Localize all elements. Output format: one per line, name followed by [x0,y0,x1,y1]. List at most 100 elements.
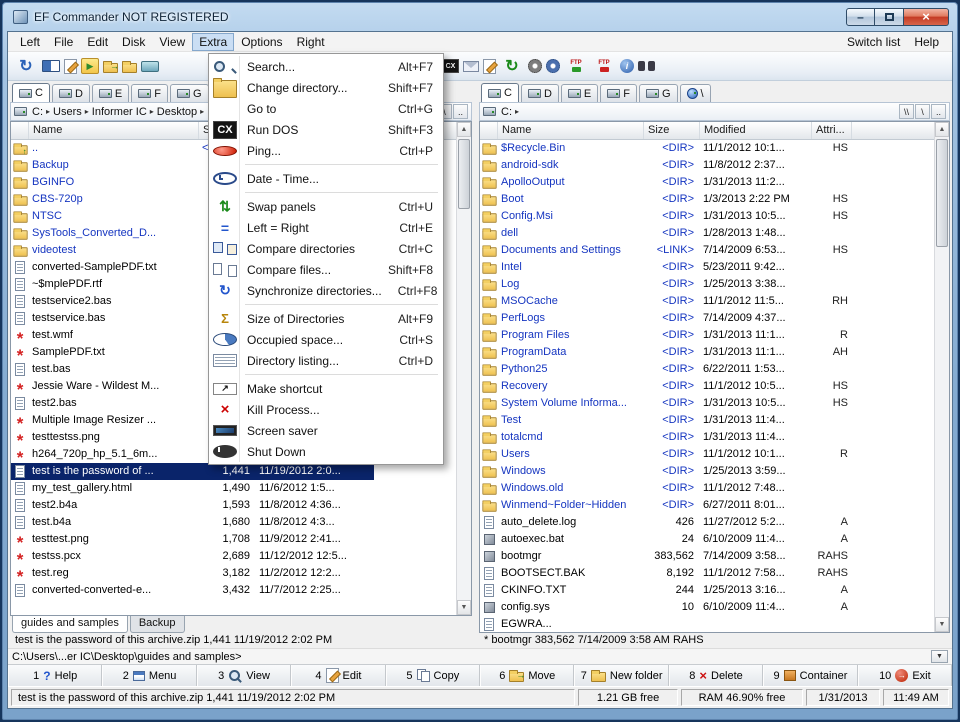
file-row[interactable]: Intel<DIR>5/23/2011 9:42... [480,259,852,276]
breadcrumb-segment[interactable]: Informer IC [90,106,149,118]
file-row[interactable]: test is the password of ...1,44111/19/20… [11,463,374,480]
file-row[interactable]: Test<DIR>1/31/2013 11:4... [480,412,852,429]
right-scrollbar[interactable]: ▲ ▼ [934,122,949,632]
menu-item-ping[interactable]: Ping...Ctrl+P [211,140,441,161]
drive-tab-f[interactable]: F [600,84,637,102]
file-row[interactable]: Windows<DIR>1/25/2013 3:59... [480,463,852,480]
drive-tab-c[interactable]: C [12,83,50,102]
menu-item-kill-process[interactable]: ×Kill Process... [211,399,441,420]
file-row[interactable]: PerfLogs<DIR>7/14/2009 4:37... [480,310,852,327]
menu-options[interactable]: Options [234,33,289,51]
column-header-name[interactable]: Name [498,122,644,139]
open-folder-icon[interactable] [122,63,137,73]
file-row[interactable]: $Recycle.Bin<DIR>11/1/2012 10:1...HS [480,140,852,157]
drive-tab-d[interactable]: D [52,84,90,102]
copy-to-folder-icon[interactable] [103,63,118,73]
menu-view[interactable]: View [152,33,192,51]
file-row[interactable]: Recovery<DIR>11/1/2012 10:5...HS [480,378,852,395]
file-row[interactable]: Users<DIR>11/1/2012 10:1...R [480,446,852,463]
info-icon[interactable]: i [620,59,634,73]
file-row[interactable]: Python25<DIR>6/22/2011 1:53... [480,361,852,378]
file-row[interactable]: bootmgr383,5627/14/2009 3:58...RAHS [480,548,852,565]
fkey-edit[interactable]: 4Edit [291,665,385,686]
drive-tab-e[interactable]: E [92,84,129,102]
file-row[interactable]: ApolloOutput<DIR>1/31/2013 11:2... [480,174,852,191]
file-row[interactable]: config.sys106/10/2009 11:4...A [480,599,852,616]
fkey-exit[interactable]: 10→Exit [858,665,952,686]
drive-tab-g[interactable]: G [170,84,209,102]
file-row[interactable]: EGWRA... [480,616,852,632]
minimize-button[interactable]: – [846,8,875,26]
file-row[interactable]: android-sdk<DIR>11/8/2012 2:37... [480,157,852,174]
menu-extra[interactable]: Extra [192,33,234,51]
fkey-copy[interactable]: 5Copy [386,665,480,686]
menu-disk[interactable]: Disk [115,33,152,51]
menu-item-make-shortcut[interactable]: ↗Make shortcut [211,378,441,399]
menu-item-date-time[interactable]: Date - Time... [211,168,441,189]
edit-notes-icon[interactable] [64,59,77,74]
scroll-track[interactable] [457,137,471,600]
file-row[interactable]: my_test_gallery.html1,49011/6/2012 1:5..… [11,480,374,497]
menu-item-size-of-directories[interactable]: ΣSize of DirectoriesAlt+F9 [211,308,441,329]
fkey-help[interactable]: 1?Help [8,665,102,686]
menu-item-occupied-space[interactable]: Occupied space...Ctrl+S [211,329,441,350]
command-history-dropdown[interactable]: ▼ [931,650,948,663]
ftp-connect-icon[interactable]: FTP [564,54,588,78]
file-row[interactable]: converted-converted-e...3,43211/7/2012 2… [11,582,374,599]
file-row[interactable]: Boot<DIR>1/3/2013 2:22 PMHS [480,191,852,208]
menu-item-directory-listing[interactable]: Directory listing...Ctrl+D [211,350,441,371]
column-header-name[interactable]: Name [29,122,199,139]
drive-tab-network[interactable]: \ [680,84,711,102]
close-button[interactable]: × [904,8,949,26]
file-row[interactable]: auto_delete.log42611/27/2012 5:2...A [480,514,852,531]
menu-item-left-right[interactable]: =Left = RightCtrl+E [211,217,441,238]
menu-help[interactable]: Help [907,33,946,51]
menu-left[interactable]: Left [13,33,47,51]
folder-tab-backup[interactable]: Backup [130,616,185,633]
right-path-bar[interactable]: C:▸ \\\.. [479,102,950,121]
file-row[interactable]: MSOCache<DIR>11/1/2012 11:5...RH [480,293,852,310]
scroll-thumb[interactable] [458,139,470,209]
menu-item-compare-directories[interactable]: Compare directoriesCtrl+C [211,238,441,259]
file-row[interactable]: CKINFO.TXT2441/25/2013 3:16...A [480,582,852,599]
fkey-menu[interactable]: 2Menu [102,665,196,686]
plugins-gear-icon[interactable] [546,59,560,73]
breadcrumb-segment[interactable]: C: [30,106,45,118]
file-row[interactable]: Documents and Settings<LINK>7/14/2009 6:… [480,242,852,259]
file-row[interactable]: ProgramData<DIR>1/31/2013 11:1...AH [480,344,852,361]
path-button-parent[interactable]: .. [453,104,468,119]
maximize-button[interactable] [875,8,904,26]
fkey-new-folder[interactable]: 7New folder [574,665,668,686]
path-button-network[interactable]: \\ [899,104,914,119]
column-header-modified[interactable]: Modified [700,122,812,139]
menu-item-change-directory[interactable]: Change directory...Shift+F7 [211,77,441,98]
scroll-down-icon[interactable]: ▼ [935,617,949,632]
scroll-down-icon[interactable]: ▼ [457,600,471,615]
menu-item-search[interactable]: Search...Alt+F7 [211,56,441,77]
breadcrumb-segment[interactable]: Users [51,106,84,118]
scroll-up-icon[interactable]: ▲ [457,122,471,137]
left-scrollbar[interactable]: ▲ ▼ [456,122,471,615]
file-row[interactable]: Windows.old<DIR>11/1/2012 7:48... [480,480,852,497]
file-row[interactable]: testtest.png1,70811/9/2012 2:41... [11,531,374,548]
scroll-thumb[interactable] [936,139,948,247]
scroll-track[interactable] [935,137,949,617]
dos-terminal-icon[interactable]: CX [442,59,459,73]
folder-tab-guides-and-samples[interactable]: guides and samples [12,616,128,633]
editor-icon[interactable] [483,59,496,74]
path-button-root[interactable]: \ [915,104,930,119]
fkey-delete[interactable]: 8×Delete [669,665,763,686]
help-book-icon[interactable] [42,60,60,72]
mail-icon[interactable] [463,61,479,72]
process-gear-icon[interactable] [528,59,542,73]
scroll-up-icon[interactable]: ▲ [935,122,949,137]
menu-item-run-dos[interactable]: CXRun DOSShift+F3 [211,119,441,140]
drive-tab-c[interactable]: C [481,83,519,102]
menu-edit[interactable]: Edit [80,33,115,51]
title-bar[interactable]: EF Commander NOT REGISTERED – × [3,3,957,29]
fkey-move[interactable]: 6Move [480,665,574,686]
drive-tab-g[interactable]: G [639,84,678,102]
column-header-attri[interactable]: Attri... [812,122,852,139]
drive-tab-f[interactable]: F [131,84,168,102]
menu-item-shut-down[interactable]: Shut Down [211,441,441,462]
